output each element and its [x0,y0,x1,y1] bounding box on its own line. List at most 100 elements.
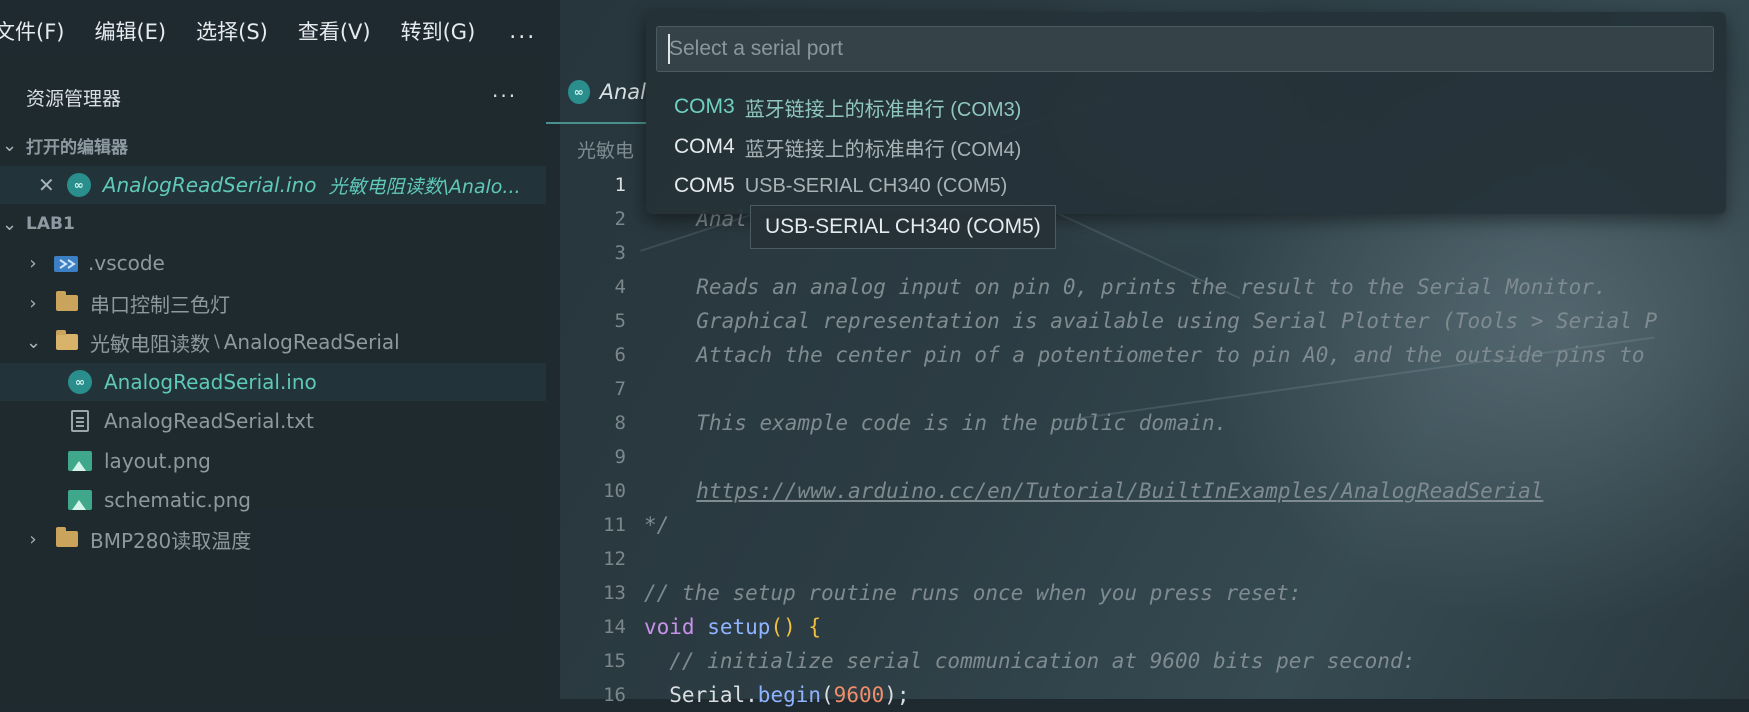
folder-icon [56,291,78,311]
workspace-section[interactable]: ⌄ LAB1 [0,205,546,243]
port-description: 蓝牙链接上的标准串行 (COM3) [744,98,1022,121]
port-description: USB-SERIAL CH340 (COM5) [744,174,1008,197]
line-number: 15 [603,650,626,672]
line-number: 8 [614,412,626,434]
line-number: 6 [614,344,626,366]
arduino-icon: ∞ [66,173,91,197]
tree-item-label: schematic.png [104,488,251,512]
tree-item-folder-open[interactable]: ⌄ 光敏电阻读数 \ AnalogReadSerial [0,323,546,361]
code-line: Graphical representation is available us… [671,309,1658,333]
text-file-icon [71,410,89,432]
tree-item-label: .vscode [88,251,165,275]
line-number: 16 [603,684,626,706]
tree-item-layout-png[interactable]: layout.png [0,442,546,480]
line-number: 12 [603,548,626,570]
explorer-title: 资源管理器 [26,88,122,110]
tree-item-folder[interactable]: › 串口控制三色灯 [0,284,546,322]
code-paren: ); [884,683,910,707]
hover-tooltip: USB-SERIAL CH340 (COM5) [750,205,1056,249]
line-number: 7 [614,378,626,400]
open-editors-section[interactable]: ⌄ 打开的编辑器 [0,126,546,164]
tree-item-ino[interactable]: ∞ AnalogReadSerial.ino [0,363,546,401]
open-editor-filename: AnalogReadSerial.ino [102,173,317,197]
code-line: This example code is in the public domai… [671,411,1228,435]
workspace-title: LAB1 [26,214,75,234]
serial-port-quick-pick: COM3 蓝牙链接上的标准串行 (COM3) COM4 蓝牙链接上的标准串行 (… [646,12,1726,214]
code-line: // the setup routine runs once when you … [644,581,1302,605]
folder-open-icon [56,330,78,350]
line-number-gutter: 1 2 3 4 5 6 7 8 9 10 11 12 13 14 15 16 [590,168,626,712]
tree-item-label: 串口控制三色灯 [90,292,230,317]
open-editors-title: 打开的编辑器 [26,137,128,158]
code-link[interactable]: https://www.arduino.cc/en/Tutorial/Built… [696,479,1543,503]
code-brace: { [808,615,822,639]
text-caret [668,34,670,64]
tree-item-bmp280[interactable]: › BMP280读取温度 [0,520,546,558]
chevron-down-icon: ⌄ [2,134,18,156]
code-number: 9600 [833,683,885,707]
folder-icon [56,527,78,547]
line-number: 14 [603,616,626,638]
code-line: */ [644,513,670,537]
menu-view[interactable]: 查看(V) [298,16,371,46]
chevron-right-icon: › [29,292,37,314]
code-keyword: void [644,615,695,639]
tree-item-label: AnalogReadSerial.txt [104,409,314,433]
image-icon [68,451,92,471]
serial-port-search-input[interactable] [656,26,1714,72]
tree-item-vscode[interactable]: › .vscode [0,244,546,282]
tree-item-label: AnalogReadSerial.ino [104,370,317,394]
tree-item-txt[interactable]: AnalogReadSerial.txt [0,402,546,440]
editor-tab[interactable]: ∞ Anal [546,62,646,124]
menu-edit[interactable]: 编辑(E) [94,16,166,46]
image-icon [68,490,92,510]
breadcrumb[interactable]: 光敏电 [577,136,634,163]
line-number: 11 [603,514,626,536]
explorer-sidebar: 资源管理器 ... ⌄ 打开的编辑器 ✕ ∞ AnalogReadSerial.… [0,62,546,699]
explorer-more-icon[interactable]: ... [492,78,517,102]
chevron-right-icon: › [29,252,37,274]
arduino-icon: ∞ [68,370,92,394]
menu-go[interactable]: 转到(G) [401,16,476,46]
code-line: Reads an analog input on pin 0, prints t… [671,275,1607,299]
code-line: void setup() { [644,610,1657,644]
tree-item-label: 光敏电阻读数 [90,331,210,356]
tree-item-sublabel: AnalogReadSerial [223,330,400,354]
tree-item-schematic-png[interactable]: schematic.png [0,481,546,519]
code-editor[interactable]: Anal Reads an analog input on pin 0, pri… [644,168,1658,712]
code-line: Serial.begin(9600); [644,678,1657,712]
menu-file[interactable]: 文件(F) [0,16,64,46]
code-function: setup [707,615,771,639]
menu-selection[interactable]: 选择(S) [196,16,268,46]
chevron-down-icon: ⌄ [2,213,18,235]
port-name: COM3 [674,95,735,118]
code-line: https://www.arduino.cc/en/Tutorial/Built… [671,474,1657,508]
line-number: 5 [614,310,626,332]
line-number: 13 [603,582,626,604]
open-editor-item[interactable]: ✕ ∞ AnalogReadSerial.ino 光敏电阻读数\Analo... [0,166,546,204]
code-function: begin [757,683,822,707]
chevron-down-icon: ⌄ [26,331,42,353]
port-name: COM5 [674,174,735,197]
line-number: 10 [603,480,626,502]
serial-port-option-com4[interactable]: COM4 蓝牙链接上的标准串行 (COM4) [674,128,1021,166]
code-line: Attach the center pin of a potentiometer… [671,343,1645,367]
menu-more-icon[interactable]: ... [509,19,536,44]
line-number: 4 [614,276,626,298]
line-number: 9 [614,446,626,468]
chevron-right-icon: › [29,528,37,550]
arduino-icon: ∞ [568,80,590,104]
line-number: 1 [614,174,626,196]
close-icon[interactable]: ✕ [38,173,55,197]
serial-port-option-com3[interactable]: COM3 蓝牙链接上的标准串行 (COM3) [674,88,1021,126]
tab-label: Anal [599,80,646,104]
path-separator: \ [214,332,220,352]
code-identifier: Serial. [644,683,758,707]
tree-item-label: layout.png [104,449,211,473]
serial-port-option-com5[interactable]: COM5 USB-SERIAL CH340 (COM5) [674,167,1007,205]
line-number: 3 [614,242,626,264]
line-number: 2 [614,208,626,230]
